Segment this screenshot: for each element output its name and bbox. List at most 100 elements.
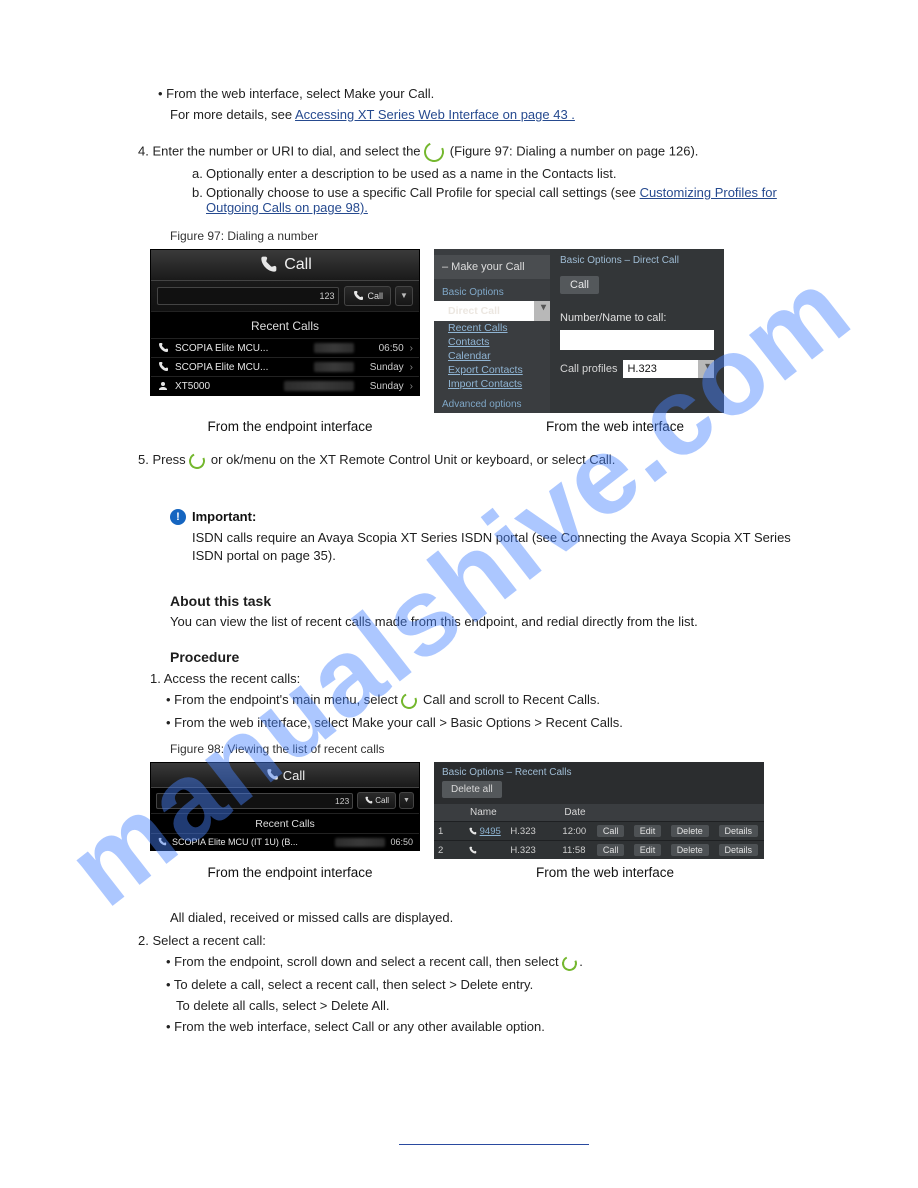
row-details-button[interactable]: Details [719,844,759,856]
footer-link-rule [399,1144,589,1145]
link-accessing-web-interface[interactable]: Accessing XT Series Web Interface on pag… [295,107,575,122]
row-delete-button[interactable]: Delete [671,844,709,856]
endpoint-call-button[interactable]: Call [344,286,391,306]
endpoint-dial-row: 123 Call ▼ [151,788,419,814]
handset-icon [157,361,169,373]
proc-step-1b: • From the web interface, select Make yo… [166,715,818,730]
sidebar-item-contacts[interactable]: Contacts [434,335,550,349]
row-details-button[interactable]: Details [719,825,759,837]
endpoint-dial-field[interactable]: 123 [156,793,353,809]
breadcrumb: Basic Options – Recent Calls [434,762,764,781]
endpoint-call-title: Call [283,768,305,783]
handset-icon [157,837,167,847]
step-3-text: • From the web interface, select Make yo… [158,86,434,101]
proc-step-1: 1. Access the recent calls: [150,671,818,686]
step-3-bullet: • From the web interface, select Make yo… [158,86,818,101]
sidebar-item-import-contacts[interactable]: Import Contacts [434,377,550,391]
important-notice: ! Important: ISDN calls require an Avaya… [170,509,818,565]
row-call-button[interactable]: Call [597,825,625,837]
figure-97-captions: From the endpoint interface From the web… [150,419,818,434]
endpoint-call-title: Call [284,256,312,274]
figure-97-label: Figure 97: Dialing a number [170,229,818,243]
recent-call-row[interactable]: SCOPIA Elite MCU (IT 1U) (B... 06:50 [151,833,419,850]
name-header: Name [464,804,506,822]
recent-calls-heading: Recent Calls [151,814,419,833]
call-profiles-select[interactable]: H.323 [623,360,714,378]
recent-calls-heading: Recent Calls [151,312,419,338]
chevron-right-icon: › [410,362,413,373]
proc-step-2c: • To delete a call, select a recent call… [166,977,818,992]
chevron-right-icon: › [410,381,413,392]
sidebar-item-direct-call[interactable]: Direct Call [434,301,550,321]
number-input[interactable] [560,330,714,350]
blurred-text [314,343,354,353]
web-direct-call-screen: – Make your Call Basic Options Direct Ca… [434,249,724,413]
endpoint-call-dropdown[interactable]: ▼ [399,792,414,809]
about-heading: About this task [170,593,818,609]
row-edit-button[interactable]: Edit [634,844,662,856]
proc-step-1a: • From the endpoint's main menu, select … [166,692,818,709]
endpoint-call-header: Call [151,763,419,788]
endpoint-call-dropdown[interactable]: ▼ [395,286,413,306]
step-4b: b. Optionally choose to use a specific C… [192,185,818,215]
web-main: Basic Options – Direct Call Call Number/… [550,249,724,413]
table-row: 2 H.323 11:58 Call Edit Delete Details [434,841,764,860]
step-4a: a. Optionally enter a description to be … [192,166,818,181]
table-row: 1 9495 H.323 12:00 Call Edit Delete Deta… [434,822,764,841]
important-title: Important: [192,509,256,524]
proc-step-2: 2. Select a recent call: [138,933,818,948]
figure-98-label: Figure 98: Viewing the list of recent ca… [170,742,818,756]
name-link[interactable]: 9495 [480,826,501,837]
step-3-ref: For more details, see Accessing XT Serie… [170,107,818,122]
page-content: • From the web interface, select Make yo… [0,0,918,1145]
green-call-icon [562,955,577,971]
endpoint-call-button[interactable]: Call [357,792,396,809]
endpoint-recent-calls-screen: Call 123 Call ▼ Recent Calls SCOPIA Elit… [150,762,420,851]
row-edit-button[interactable]: Edit [634,825,662,837]
step-4: 4. Enter the number or URI to dial, and … [138,142,818,162]
date-header: Date [558,804,592,822]
endpoint-dial-field[interactable]: 123 [157,287,339,305]
chevron-right-icon: › [410,343,413,354]
make-your-call-tab[interactable]: – Make your Call [434,255,550,279]
handset-icon [352,290,364,302]
handset-icon [258,255,278,275]
handset-icon [364,796,373,805]
call-profiles-row: Call profiles H.323 [560,360,714,378]
green-call-icon [189,452,205,469]
caption-endpoint: From the endpoint interface [150,419,430,434]
closer-text: All dialed, received or missed calls are… [170,910,818,925]
figure-97: Call 123 Call ▼ Recent Calls SCOPIA Elit… [150,249,818,413]
recent-call-row[interactable]: XT5000 Sunday › [151,376,419,395]
delete-all-button[interactable]: Delete all [442,781,502,798]
proc-step-2a: • From the endpoint, scroll down and sel… [166,954,818,971]
about-body: You can view the list of recent calls ma… [170,613,818,631]
endpoint-dial-row: 123 Call ▼ [151,281,419,312]
call-button[interactable]: Call [560,276,599,294]
sidebar-item-calendar[interactable]: Calendar [434,349,550,363]
green-call-icon [401,693,417,710]
number-label: Number/Name to call: [560,312,714,324]
caption-web: From the web interface [430,865,770,880]
proc-step-2c2: To delete all calls, select > Delete All… [176,998,818,1013]
recent-calls-table: Name Date 1 9495 H.323 12:00 Call Edit D… [434,804,764,859]
call-profiles-label: Call profiles [560,363,617,375]
web-sidebar: – Make your Call Basic Options Direct Ca… [434,249,550,413]
procedure-heading: Procedure [170,649,818,665]
web-recent-calls-screen: Basic Options – Recent Calls Delete all … [434,762,764,859]
green-call-icon [424,142,444,162]
sidebar-item-export-contacts[interactable]: Export Contacts [434,363,550,377]
endpoint-call-header: Call [151,250,419,281]
caption-web: From the web interface [430,419,760,434]
row-call-button[interactable]: Call [597,844,625,856]
recent-call-row[interactable]: SCOPIA Elite MCU... Sunday › [151,357,419,376]
sidebar-item-recent-calls[interactable]: Recent Calls [434,321,550,335]
proc-step-2d: • From the web interface, select Call or… [166,1019,818,1034]
figure-98: Call 123 Call ▼ Recent Calls SCOPIA Elit… [150,762,818,859]
call-name-cell [464,841,506,860]
handset-icon [157,342,169,354]
breadcrumb: Basic Options – Direct Call [560,255,714,266]
recent-call-row[interactable]: SCOPIA Elite MCU... 06:50 › [151,338,419,357]
important-icon: ! [170,509,186,525]
row-delete-button[interactable]: Delete [671,825,709,837]
